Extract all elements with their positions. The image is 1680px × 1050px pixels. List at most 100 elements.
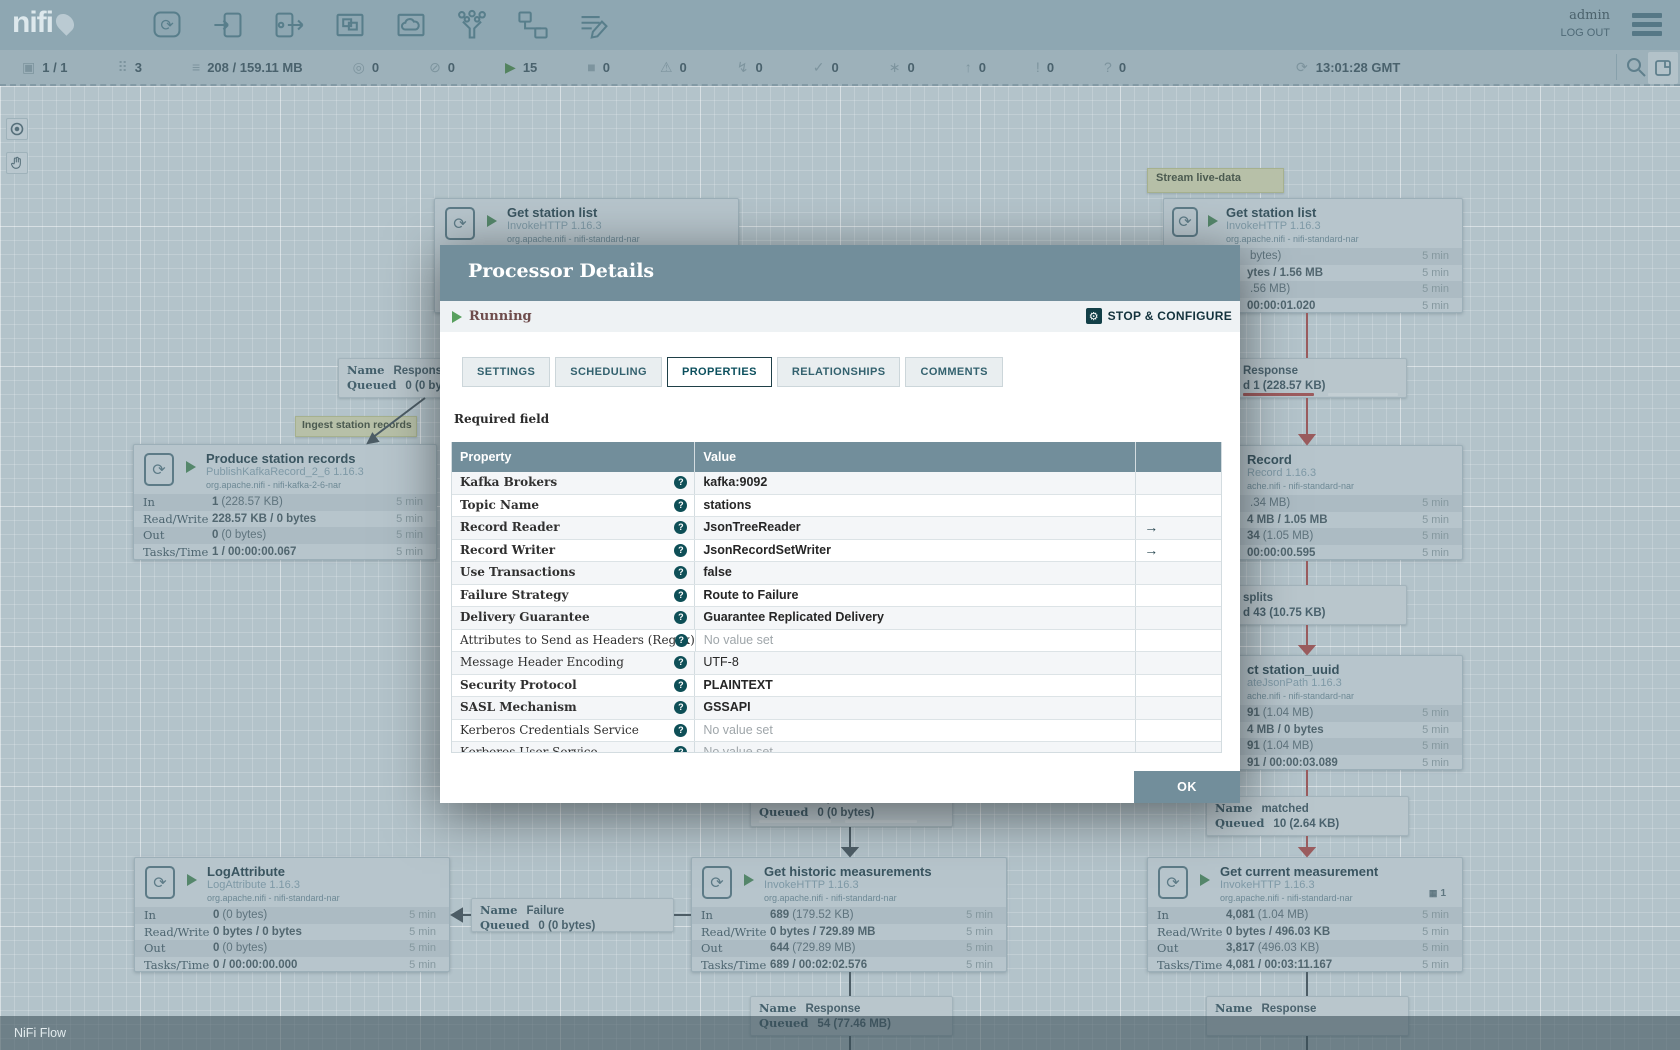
stat-row-out: Out 0 (0 bytes) 5 min bbox=[135, 940, 449, 957]
help-icon[interactable]: ? bbox=[674, 521, 688, 534]
current-user: admin bbox=[1569, 8, 1610, 23]
processor-type-icon: ⟳ bbox=[145, 866, 175, 899]
tab-properties[interactable]: PROPERTIES bbox=[666, 357, 772, 387]
cluster-count-badge: ▦ 1 bbox=[1428, 888, 1446, 899]
dialog-status-bar: Running ⚙ STOP & CONFIGURE bbox=[440, 301, 1240, 332]
canvas-label-ingest-station-records[interactable]: Ingest station records bbox=[295, 416, 417, 437]
help-icon[interactable]: ? bbox=[674, 476, 688, 489]
processor-get-current-measurement[interactable]: ⟳ Get current measurement InvokeHTTP 1.1… bbox=[1147, 857, 1463, 972]
processor-log-attribute[interactable]: ⟳ LogAttribute LogAttribute 1.16.3 org.a… bbox=[134, 857, 450, 972]
question-icon: ? bbox=[1104, 59, 1112, 75]
stop-and-configure-button[interactable]: ⚙ STOP & CONFIGURE bbox=[1085, 308, 1232, 324]
processor-bundle: org.apache.nifi - nifi-standard-nar bbox=[507, 234, 640, 244]
help-icon[interactable]: ? bbox=[674, 678, 688, 692]
help-icon[interactable]: ? bbox=[674, 723, 688, 737]
running-triangle-icon bbox=[487, 215, 497, 227]
output-port-icon[interactable] bbox=[272, 8, 306, 42]
processor-type: LogAttribute 1.16.3 bbox=[207, 879, 300, 891]
queue-count-bar bbox=[1243, 393, 1314, 396]
required-field-note: Required field bbox=[454, 412, 550, 426]
property-row-sasl-mechanism[interactable]: SASL Mechanism? GSSAPI bbox=[452, 697, 1221, 720]
check-icon: ✓ bbox=[812, 59, 825, 75]
global-menu-icon[interactable] bbox=[1632, 13, 1662, 40]
go-to-service-icon[interactable]: → bbox=[1136, 540, 1221, 562]
help-icon[interactable]: ? bbox=[674, 611, 688, 624]
target-icon bbox=[10, 122, 24, 136]
property-row-topic-name[interactable]: Topic Name? stations bbox=[452, 494, 1221, 517]
last-refresh[interactable]: ⟳ 13:01:28 GMT bbox=[1296, 50, 1400, 84]
processor-type: ateJsonPath 1.16.3 bbox=[1247, 677, 1342, 689]
running-status: ▶ 15 bbox=[505, 59, 538, 75]
help-icon[interactable]: ? bbox=[674, 633, 688, 647]
ok-button[interactable]: OK bbox=[1134, 771, 1240, 803]
remote-process-group-icon[interactable] bbox=[394, 8, 428, 42]
tab-comments[interactable]: COMMENTS bbox=[905, 357, 1003, 387]
not-transmitting-icon: ⊘ bbox=[429, 59, 441, 75]
processor-get-historic-measurements[interactable]: ⟳ Get historic measurements InvokeHTTP 1… bbox=[691, 857, 1007, 972]
processor-bundle: org.apache.nifi - nifi-standard-nar bbox=[207, 893, 340, 903]
property-row-record-writer[interactable]: Record Writer? JsonRecordSetWriter → bbox=[452, 539, 1221, 562]
help-icon[interactable]: ? bbox=[674, 543, 688, 557]
property-row-kerberos-credentials[interactable]: Kerberos Credentials Service? No value se… bbox=[452, 719, 1221, 742]
target-tool-button[interactable] bbox=[6, 118, 28, 140]
process-group-icon[interactable] bbox=[333, 8, 367, 42]
processor-type-icon: ⟳ bbox=[702, 866, 732, 899]
exclamation-icon: ! bbox=[1035, 59, 1040, 75]
funnel-icon[interactable] bbox=[455, 8, 489, 42]
property-row-kafka-brokers[interactable]: Kafka Brokers? kafka:9092 bbox=[452, 472, 1221, 495]
threads-icon: ⠿ bbox=[117, 59, 128, 75]
canvas-label-stream-live-data[interactable]: Stream live-data bbox=[1147, 168, 1284, 193]
help-icon[interactable]: ? bbox=[674, 566, 688, 579]
help-icon[interactable]: ? bbox=[674, 656, 688, 669]
help-icon[interactable]: ? bbox=[674, 498, 688, 512]
property-row-record-reader[interactable]: Record Reader? JsonTreeReader → bbox=[452, 517, 1221, 540]
property-row-use-transactions[interactable]: Use Transactions? false bbox=[452, 562, 1221, 585]
breadcrumb[interactable]: NiFi Flow bbox=[14, 1026, 66, 1040]
refresh-icon[interactable]: ⟳ bbox=[1296, 60, 1308, 74]
tab-settings[interactable]: SETTINGS bbox=[462, 357, 551, 387]
connection-label-failure[interactable]: Name Failure Queued 0 (0 bytes) bbox=[471, 898, 674, 932]
go-to-service-icon[interactable]: → bbox=[1136, 517, 1221, 539]
last-refresh-time: 13:01:28 GMT bbox=[1315, 59, 1401, 75]
processor-details-dialog: Processor Details Running ⚙ STOP & CONFI… bbox=[440, 245, 1240, 803]
help-icon[interactable]: ? bbox=[674, 588, 688, 602]
invalid-status: ⚠ 0 bbox=[659, 59, 687, 75]
processor-bundle: org.apache.nifi - nifi-standard-nar bbox=[1226, 234, 1359, 244]
property-row-security-protocol[interactable]: Security Protocol? PLAINTEXT bbox=[452, 674, 1221, 697]
input-port-icon[interactable] bbox=[211, 8, 245, 42]
processor-type: InvokeHTTP 1.16.3 bbox=[1226, 220, 1321, 232]
stat-row-out: Out 3,817 (496.03 KB) 5 min bbox=[1148, 940, 1462, 957]
processor-type: InvokeHTTP 1.16.3 bbox=[1220, 879, 1315, 891]
dialog-header: Processor Details bbox=[440, 245, 1240, 301]
help-icon[interactable]: ? bbox=[674, 701, 688, 714]
app-header: nifi ⟳ admin LOG OUT bbox=[0, 0, 1680, 50]
property-row-message-header-encoding[interactable]: Message Header Encoding? UTF-8 bbox=[452, 652, 1221, 675]
queue-count-bar bbox=[759, 820, 831, 823]
running-triangle-icon bbox=[452, 310, 462, 323]
hand-tool-button[interactable] bbox=[6, 152, 28, 174]
processor-produce-station-records[interactable]: ⟳ Produce station records PublishKafkaRe… bbox=[133, 444, 437, 560]
processor-name: ct station_uuid bbox=[1247, 662, 1340, 677]
property-row-failure-strategy[interactable]: Failure Strategy? Route to Failure bbox=[452, 584, 1221, 607]
not-transmitting-status: ⊘ 0 bbox=[429, 59, 456, 75]
label-icon[interactable] bbox=[577, 8, 611, 42]
stat-row-tasks: Tasks/Time 1 / 00:00:00.067 5 min bbox=[143, 544, 423, 559]
tab-relationships[interactable]: RELATIONSHIPS bbox=[776, 357, 901, 387]
processor-bundle: ache.nifi - nifi-standard-nar bbox=[1247, 481, 1355, 491]
running-triangle-icon bbox=[187, 874, 197, 886]
statusbar-divider bbox=[1616, 54, 1617, 80]
help-icon[interactable]: ? bbox=[674, 746, 688, 752]
processor-name: Record bbox=[1247, 452, 1292, 467]
birdseye-panel-toggle[interactable] bbox=[1648, 52, 1678, 84]
property-row-delivery-guarantee[interactable]: Delivery Guarantee? Guarantee Replicated … bbox=[452, 607, 1221, 630]
search-icon[interactable] bbox=[1624, 55, 1648, 79]
property-row-kerberos-user-service[interactable]: Kerberos User Service? No value set bbox=[452, 742, 1221, 752]
dialog-tabs: SETTINGS SCHEDULING PROPERTIES RELATIONS… bbox=[462, 357, 1003, 387]
property-row-attributes-headers[interactable]: Attributes to Send as Headers (Regex)? No… bbox=[452, 629, 1221, 652]
processor-icon[interactable]: ⟳ bbox=[150, 8, 184, 42]
template-icon[interactable] bbox=[516, 8, 550, 42]
logout-link[interactable]: LOG OUT bbox=[1560, 27, 1610, 39]
active-threads-status: ⠿ 3 bbox=[117, 59, 143, 75]
tab-scheduling[interactable]: SCHEDULING bbox=[555, 357, 662, 387]
flow-status-bar: ▣ 1 / 1 ⠿ 3 ≡ 208 / 159.11 MB ◎ 0 ⊘ 0 ▶ 15 ■ 0 … bbox=[0, 50, 1680, 86]
